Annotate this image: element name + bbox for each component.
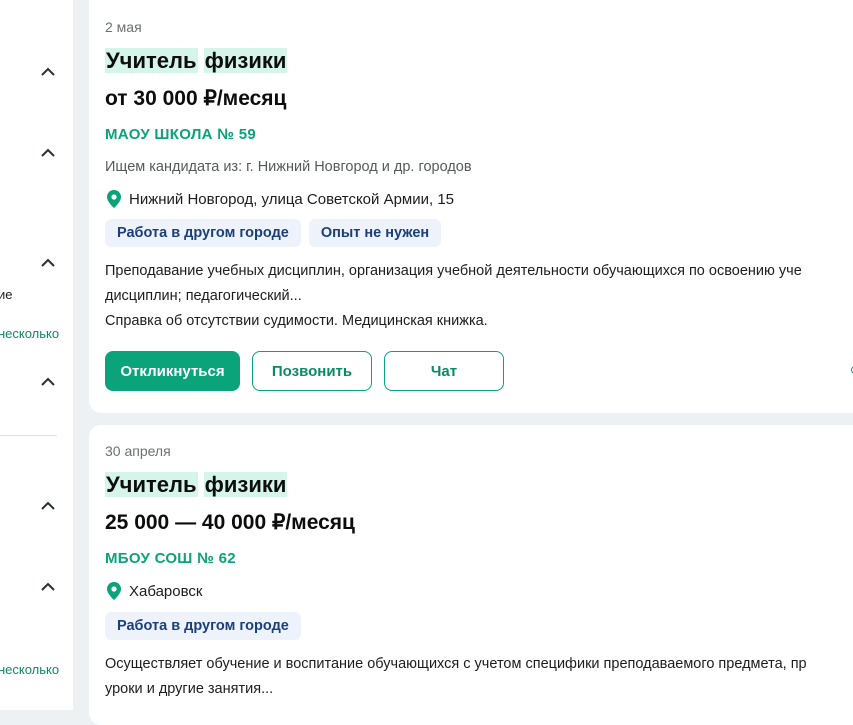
vacancy-tags: Работа в другом городе [105,612,301,640]
chevron-up-icon[interactable] [40,497,56,513]
vacancy-address: Хабаровск [107,582,202,600]
title-highlight: физики [203,48,288,73]
chevron-up-icon[interactable] [40,254,56,270]
description-line: Осуществляет обучение и воспитание обуча… [105,656,807,672]
chevron-up-icon[interactable] [40,144,56,160]
description-line: дисциплин; педагогический... [105,288,302,304]
chat-button[interactable]: Чат [384,351,504,391]
call-button[interactable]: Позвонить [252,351,372,391]
sidebar-divider [0,435,57,436]
vacancy-address: Нижний Новгород, улица Советской Армии, … [107,190,454,208]
company-link[interactable]: МАОУ ШКОЛА № 59 [105,126,256,143]
filter-option-label[interactable]: ие [0,287,13,302]
vacancy-description: Преподавание учебных дисциплин, организа… [105,259,853,334]
candidates-from: Ищем кандидата из: г. Нижний Новгород и … [105,159,472,175]
filter-show-more-link[interactable]: несколько [0,662,59,677]
salary: от 30 000 ₽/месяц [105,87,287,110]
vacancy-description: Осуществляет обучение и воспитание обуча… [105,652,853,702]
vacancy-title-link[interactable]: Учитель физики [105,48,288,74]
vacancy-card: 30 апреля Учитель физики 25 000 — 40 000… [89,425,853,725]
location-pin-icon [107,190,121,208]
location-pin-icon [107,582,121,600]
address-text: Хабаровск [129,582,203,600]
tag-other-city: Работа в другом городе [105,612,301,640]
title-highlight: физики [203,472,288,497]
address-text: Нижний Новгород, улица Советской Армии, … [129,190,455,208]
title-highlight: Учитель [105,48,198,73]
chevron-up-icon[interactable] [40,373,56,389]
publish-date: 2 мая [105,19,142,35]
vacancy-tags: Работа в другом городе Опыт не нужен [105,219,442,247]
publish-date: 30 апреля [105,443,171,459]
chevron-up-icon[interactable] [40,578,56,594]
salary: 25 000 — 40 000 ₽/месяц [105,511,355,534]
description-line: уроки и другие занятия... [105,681,274,697]
tag-no-experience: Опыт не нужен [308,219,442,247]
description-line: Преподавание учебных дисциплин, организа… [105,263,802,279]
chevron-up-icon[interactable] [40,63,56,79]
tag-other-city: Работа в другом городе [105,219,301,247]
filters-sidebar: ие несколько несколько [0,0,73,710]
title-highlight: Учитель [105,472,198,497]
company-link[interactable]: МБОУ СОШ № 62 [105,550,236,567]
description-line: Справка об отсутствии судимости. Медицин… [105,313,488,329]
filter-show-more-link[interactable]: несколько [0,326,59,341]
vacancy-card: 2 мая Учитель физики от 30 000 ₽/месяц М… [89,0,853,413]
respond-button[interactable]: Откликнуться [105,351,240,391]
vacancy-title-link[interactable]: Учитель физики [105,472,288,498]
